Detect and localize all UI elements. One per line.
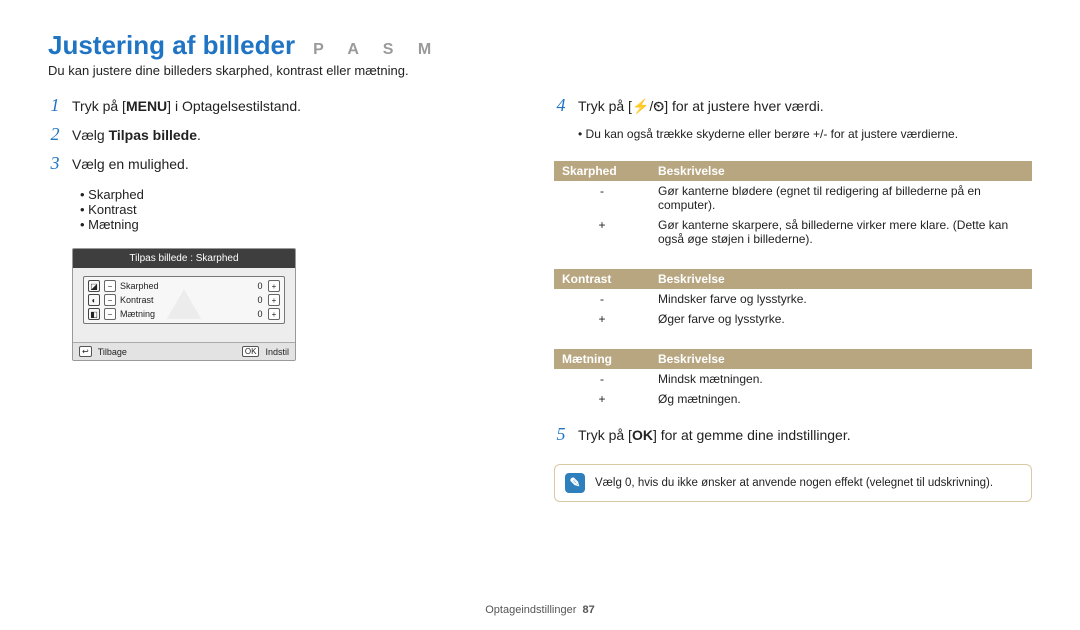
- page-title: Justering af billeder: [48, 30, 295, 61]
- cell-desc: Mindsker farve og lysstyrke.: [650, 289, 1032, 309]
- back-label: Tilbage: [98, 347, 127, 357]
- back-key-icon[interactable]: ↩: [79, 346, 92, 357]
- plus-button[interactable]: +: [268, 294, 280, 306]
- slider-row-saturation[interactable]: ◧ − Mætning 0 +: [88, 307, 280, 321]
- text: ] for at justere hver værdi.: [664, 98, 824, 114]
- ok-key-icon[interactable]: OK: [242, 346, 260, 357]
- step-number: 3: [48, 153, 62, 174]
- text: Tryk på [: [72, 98, 126, 114]
- text: Tryk på [: [578, 427, 632, 443]
- left-column: 1 Tryk på [MENU] i Optagelsestilstand. 2…: [48, 96, 526, 596]
- step-5: 5 Tryk på [OK] for at gemme dine indstil…: [554, 425, 1032, 446]
- th-desc: Beskrivelse: [650, 349, 1032, 369]
- slider-label: Mætning: [120, 309, 252, 319]
- step-4: 4 Tryk på [⚡/⏲] for at justere hver værd…: [554, 96, 1032, 117]
- cell-desc: Gør kanterne skarpere, så billederne vir…: [650, 215, 1032, 249]
- slider-panel: ◪ − Skarphed 0 + ◐ − Kontrast 0 +: [83, 276, 285, 324]
- cell-key: -: [554, 181, 650, 215]
- plus-button[interactable]: +: [268, 308, 280, 320]
- table-contrast: Kontrast Beskrivelse - Mindsker farve og…: [554, 269, 1032, 329]
- text: Vælg: [72, 127, 109, 143]
- intro-text: Du kan justere dine billeders skarphed, …: [48, 63, 1032, 78]
- bold-label: Tilpas billede: [109, 127, 197, 143]
- minus-button[interactable]: −: [104, 294, 116, 306]
- cell-key: +: [554, 389, 650, 409]
- ok-chip: OK: [632, 427, 653, 443]
- th-desc: Beskrivelse: [650, 269, 1032, 289]
- slider-label: Kontrast: [120, 295, 252, 305]
- table-saturation: Mætning Beskrivelse - Mindsk mætningen. …: [554, 349, 1032, 409]
- step-text: Tryk på [MENU] i Optagelsestilstand.: [72, 96, 301, 117]
- bullet-sharpness: Skarphed: [80, 187, 526, 202]
- ok-label: Indstil: [265, 347, 289, 357]
- step-text: Tryk på [⚡/⏲] for at justere hver værdi.: [578, 96, 824, 117]
- text: .: [197, 127, 201, 143]
- footer-section: Optageindstillinger: [485, 604, 576, 616]
- info-icon: ✎: [565, 473, 585, 493]
- th-key: Skarphed: [554, 161, 650, 181]
- info-text: Vælg 0, hvis du ikke ønsker at anvende n…: [595, 477, 993, 489]
- plus-button[interactable]: +: [268, 280, 280, 292]
- slider-value: 0: [256, 295, 264, 305]
- step-1: 1 Tryk på [MENU] i Optagelsestilstand.: [48, 96, 526, 117]
- page: Justering af billeder P A S M Du kan jus…: [0, 0, 1080, 630]
- slider-row-contrast[interactable]: ◐ − Kontrast 0 +: [88, 293, 280, 307]
- timer-icon: ⏲: [653, 98, 664, 114]
- minus-button[interactable]: −: [104, 308, 116, 320]
- screenshot-title: Tilpas billede : Skarphed: [73, 249, 295, 268]
- step-number: 5: [554, 424, 568, 445]
- step-text: Vælg en mulighed.: [72, 154, 189, 175]
- menu-chip: MENU: [126, 98, 167, 114]
- step-4-note: Du kan også trække skyderne eller berøre…: [578, 127, 1032, 141]
- step-text: Tryk på [OK] for at gemme dine indstilli…: [578, 425, 851, 446]
- screenshot-body: ⛰ ◪ − Skarphed 0 + ◐ − Kontrast: [73, 268, 295, 342]
- text: ] for at gemme dine indstillinger.: [653, 427, 851, 443]
- bullet-saturation: Mætning: [80, 217, 526, 232]
- text: Tryk på [: [578, 98, 632, 114]
- page-footer: Optageindstillinger 87: [48, 604, 1032, 616]
- step-number: 1: [48, 95, 62, 116]
- minus-button[interactable]: −: [104, 280, 116, 292]
- flash-icon: ⚡: [632, 98, 649, 114]
- step-text: Vælg Tilpas billede.: [72, 125, 201, 146]
- footer-page: 87: [583, 604, 595, 616]
- cell-key: -: [554, 289, 650, 309]
- bullet-contrast: Kontrast: [80, 202, 526, 217]
- th-desc: Beskrivelse: [650, 161, 1032, 181]
- sharpness-icon: ◪: [88, 280, 100, 292]
- cell-key: +: [554, 309, 650, 329]
- contrast-icon: ◐: [88, 294, 100, 306]
- option-bullets: Skarphed Kontrast Mætning: [80, 187, 526, 232]
- cell-key: +: [554, 215, 650, 249]
- cell-desc: Mindsk mætningen.: [650, 369, 1032, 389]
- mode-badges: P A S M: [313, 41, 441, 59]
- cell-desc: Gør kanterne blødere (egnet til redigeri…: [650, 181, 1032, 215]
- cell-desc: Øger farve og lysstyrke.: [650, 309, 1032, 329]
- columns: 1 Tryk på [MENU] i Optagelsestilstand. 2…: [48, 96, 1032, 596]
- title-row: Justering af billeder P A S M: [48, 30, 1032, 61]
- slider-label: Skarphed: [120, 281, 252, 291]
- screenshot-footer: ↩ Tilbage OK Indstil: [73, 342, 295, 360]
- th-key: Mætning: [554, 349, 650, 369]
- right-column: 4 Tryk på [⚡/⏲] for at justere hver værd…: [554, 96, 1032, 596]
- step-2: 2 Vælg Tilpas billede.: [48, 125, 526, 146]
- slider-value: 0: [256, 309, 264, 319]
- slider-row-sharpness[interactable]: ◪ − Skarphed 0 +: [88, 279, 280, 293]
- cell-desc: Øg mætningen.: [650, 389, 1032, 409]
- cell-key: -: [554, 369, 650, 389]
- slider-value: 0: [256, 281, 264, 291]
- saturation-icon: ◧: [88, 308, 100, 320]
- step-number: 2: [48, 124, 62, 145]
- table-sharpness: Skarphed Beskrivelse - Gør kanterne blød…: [554, 161, 1032, 249]
- step-3: 3 Vælg en mulighed.: [48, 154, 526, 175]
- info-box: ✎ Vælg 0, hvis du ikke ønsker at anvende…: [554, 464, 1032, 502]
- step-number: 4: [554, 95, 568, 116]
- camera-screenshot: Tilpas billede : Skarphed ⛰ ◪ − Skarphed…: [72, 248, 296, 361]
- text: ] i Optagelsestilstand.: [167, 98, 301, 114]
- th-key: Kontrast: [554, 269, 650, 289]
